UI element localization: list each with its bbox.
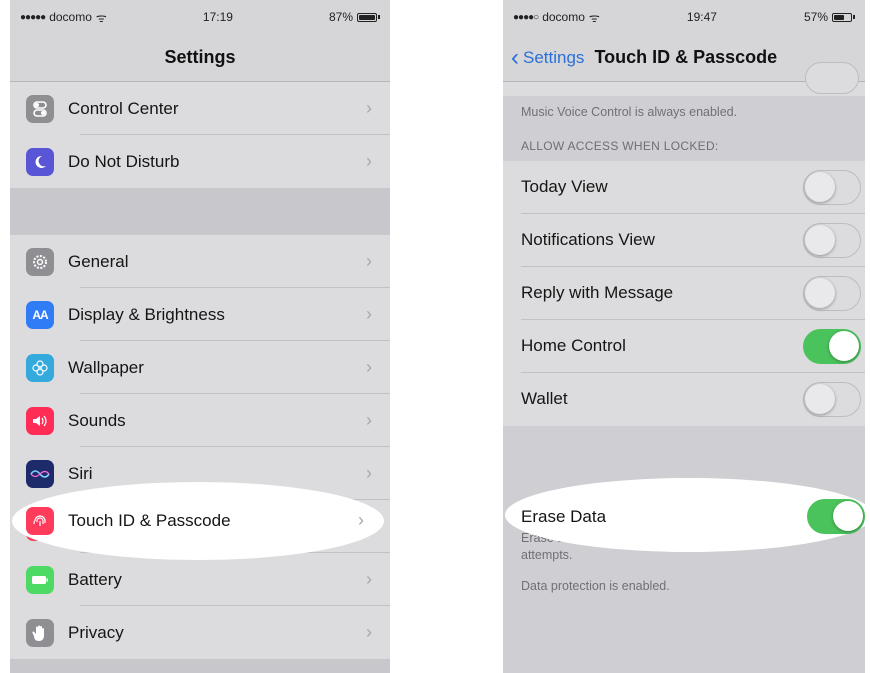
- row-label: Sounds: [68, 410, 126, 430]
- settings-row-wallpaper[interactable]: Wallpaper ›: [10, 341, 390, 394]
- settings-group: General › AA Display & Brightness › Wallpaper…: [10, 235, 390, 659]
- chevron-right-icon: ›: [366, 410, 372, 430]
- page-title: Touch ID & Passcode: [594, 47, 778, 67]
- settings-row-sounds[interactable]: Sounds ›: [10, 394, 390, 447]
- voice-control-note: Music Voice Control is always enabled.: [521, 105, 738, 119]
- settings-row-display-brightness[interactable]: AA Display & Brightness ›: [10, 288, 390, 341]
- settings-row-general[interactable]: General ›: [10, 235, 390, 288]
- row-label: Wallet: [521, 389, 568, 409]
- toggle-row-home-control: Home Control: [503, 319, 865, 373]
- row-label: Home Control: [521, 336, 626, 356]
- section-header: ALLOW ACCESS WHEN LOCKED:: [521, 138, 719, 153]
- toggle-row-today-view: Today View: [503, 160, 865, 214]
- row-label: Erase Data: [521, 506, 607, 526]
- battery-status-icon: [357, 12, 377, 22]
- toggle-knob: [805, 383, 835, 414]
- battery-percent: 87%: [328, 10, 353, 24]
- gear-icon: [26, 247, 54, 276]
- touch-id-passcode-screen: ●●●●○ docomo ᯤ 19:47 57% ‹ Settings Touc…: [503, 0, 865, 673]
- row-label: Do Not Disturb: [68, 151, 180, 171]
- wifi-icon: ᯤ: [588, 10, 600, 25]
- partial-row: [503, 62, 865, 96]
- page-title: Settings: [164, 47, 236, 67]
- notifications-view-toggle[interactable]: [803, 222, 861, 258]
- signal-icon: ●●●●●: [20, 11, 46, 23]
- battery-status-icon: [832, 12, 852, 22]
- moon-icon: [26, 147, 54, 176]
- chevron-right-icon: ›: [366, 622, 372, 642]
- locked-access-group: Today View Notifications View Reply with M…: [503, 160, 865, 426]
- chevron-right-icon: ›: [366, 304, 372, 324]
- battery-icon: [26, 565, 54, 594]
- carrier-name: docomo: [542, 10, 585, 24]
- row-label: Control Center: [68, 98, 179, 118]
- settings-row-battery[interactable]: Battery ›: [10, 553, 390, 606]
- status-time: 19:47: [686, 10, 717, 24]
- display-icon: AA: [26, 300, 54, 329]
- wallet-toggle[interactable]: [803, 381, 861, 417]
- erase-data-toggle[interactable]: [807, 499, 865, 534]
- row-label: Reply with Message: [521, 283, 674, 303]
- settings-row-touch-id-passcode[interactable]: Touch ID & Passcode ›: [26, 494, 382, 547]
- chevron-right-icon: ›: [358, 510, 364, 530]
- row-label: Touch ID & Passcode: [68, 510, 231, 530]
- fingerprint-icon: [26, 506, 54, 535]
- erase-data-row[interactable]: Erase Data: [521, 490, 869, 543]
- back-button[interactable]: ‹ Settings: [511, 43, 585, 71]
- chevron-right-icon: ›: [366, 569, 372, 589]
- row-label: Privacy: [68, 622, 124, 642]
- siri-icon: [26, 459, 54, 488]
- hand-icon: [26, 618, 54, 647]
- row-label: Notifications View: [521, 230, 655, 250]
- chevron-right-icon: ›: [366, 98, 372, 118]
- wallpaper-icon: [26, 353, 54, 382]
- row-label: Siri: [68, 463, 93, 483]
- row-label: Wallpaper: [68, 357, 144, 377]
- settings-row-privacy[interactable]: Privacy ›: [10, 606, 390, 659]
- row-label: General: [68, 251, 129, 271]
- signal-icon: ●●●●○: [513, 11, 539, 23]
- toggle-knob: [805, 277, 835, 308]
- settings-row-control-center[interactable]: Control Center ›: [10, 82, 390, 135]
- nav-bar: Settings: [10, 34, 390, 82]
- carrier-name: docomo: [49, 10, 92, 24]
- row-label: Display & Brightness: [68, 304, 225, 324]
- chevron-right-icon: ›: [366, 251, 372, 271]
- speaker-icon: [26, 406, 54, 435]
- status-time: 17:19: [202, 10, 233, 24]
- status-bar: ●●●●○ docomo ᯤ 19:47 57%: [503, 0, 865, 34]
- group-separator: [10, 188, 390, 235]
- back-label: Settings: [523, 47, 585, 67]
- toggle-knob: [805, 224, 835, 255]
- settings-group: Control Center › Do Not Disturb ›: [10, 82, 390, 188]
- toggle-knob: [829, 330, 859, 361]
- toggle-switch[interactable]: [805, 62, 859, 94]
- toggle-row-reply-with-message: Reply with Message: [503, 266, 865, 320]
- today-view-toggle[interactable]: [803, 169, 861, 205]
- settings-row-do-not-disturb[interactable]: Do Not Disturb ›: [10, 135, 390, 188]
- wifi-icon: ᯤ: [95, 10, 107, 25]
- settings-screen: ●●●●● docomo ᯤ 17:19 87% Settings Contro…: [10, 0, 390, 673]
- battery-percent: 57%: [803, 10, 828, 24]
- chevron-left-icon: ‹: [511, 43, 519, 71]
- toggle-row-wallet: Wallet: [503, 372, 865, 426]
- chevron-right-icon: ›: [366, 357, 372, 377]
- data-protection-note: Data protection is enabled.: [521, 578, 670, 593]
- toggle-knob: [833, 501, 863, 531]
- chevron-right-icon: ›: [366, 151, 372, 171]
- chevron-right-icon: ›: [366, 463, 372, 483]
- status-bar: ●●●●● docomo ᯤ 17:19 87%: [10, 0, 390, 34]
- row-label: Today View: [521, 177, 608, 197]
- reply-with-message-toggle[interactable]: [803, 275, 861, 311]
- toggle-knob: [805, 171, 835, 202]
- control-center-icon: [26, 94, 54, 123]
- home-control-toggle[interactable]: [803, 328, 861, 364]
- toggle-row-notifications-view: Notifications View: [503, 213, 865, 267]
- row-label: Battery: [68, 569, 122, 589]
